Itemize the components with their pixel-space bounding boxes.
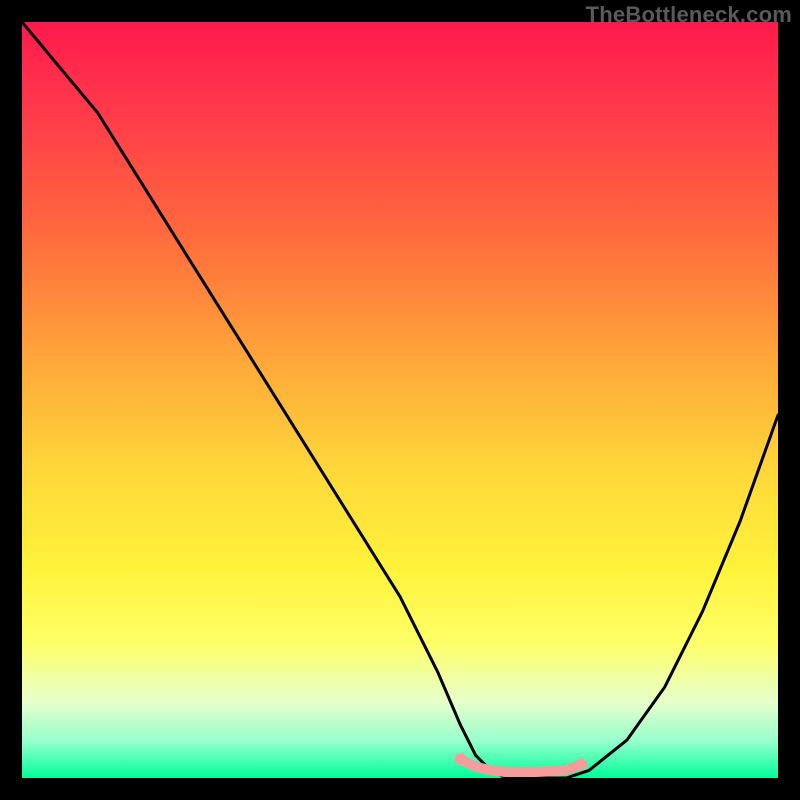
- optimal-range-highlight: [461, 759, 582, 772]
- highlight-endpoint: [575, 758, 587, 770]
- chart-svg: [22, 22, 778, 778]
- chart-frame: TheBottleneck.com: [0, 0, 800, 800]
- bottleneck-curve: [22, 22, 778, 778]
- watermark-text: TheBottleneck.com: [586, 2, 792, 28]
- highlight-endpoint: [455, 753, 467, 765]
